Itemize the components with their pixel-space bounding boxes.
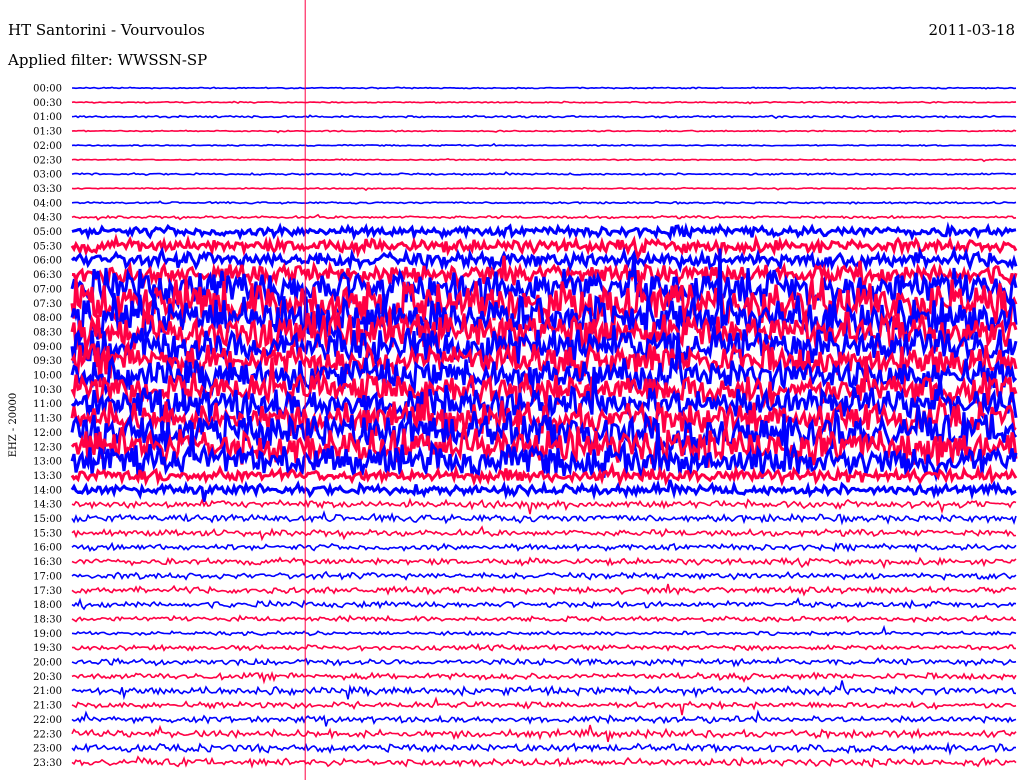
time-label-1030: 10:30 <box>33 385 62 396</box>
trace-2100 <box>71 680 1017 701</box>
time-label-0730: 07:30 <box>33 299 62 310</box>
time-label-0930: 09:30 <box>33 356 62 367</box>
time-label-0300: 03:00 <box>33 170 62 181</box>
trace-1630 <box>71 556 1017 570</box>
trace-1730 <box>71 583 1017 597</box>
trace-0130 <box>71 129 1017 134</box>
trace-1600 <box>71 541 1017 554</box>
trace-0300 <box>71 171 1016 177</box>
time-label-1130: 11:30 <box>33 414 62 425</box>
time-label-1000: 10:00 <box>33 371 62 382</box>
time-label-1530: 15:30 <box>33 528 62 539</box>
time-label-0330: 03:30 <box>33 184 62 195</box>
time-label-0000: 00:00 <box>33 84 62 95</box>
time-label-0630: 06:30 <box>33 270 62 281</box>
trace-1430 <box>71 497 1017 515</box>
channel-axis-label: EHZ - 20000 <box>8 393 19 458</box>
time-label-0830: 08:30 <box>33 327 62 338</box>
trace-0530 <box>70 233 1018 261</box>
trace-0000 <box>71 86 1017 90</box>
helicorder-plot: 00:00 00:30 01:00 01:30 02:00 02:30 03:00 03:30… <box>8 0 1018 780</box>
time-label-1100: 11:00 <box>33 399 62 410</box>
time-label-1200: 12:00 <box>33 428 62 439</box>
time-label-1230: 12:30 <box>33 442 62 453</box>
time-label-0200: 02:00 <box>33 141 62 152</box>
trace-1530 <box>71 525 1017 542</box>
time-label-1830: 18:30 <box>33 614 62 625</box>
time-label-1900: 19:00 <box>33 629 62 640</box>
time-label-0700: 07:00 <box>33 284 62 295</box>
time-label-2000: 20:00 <box>33 658 62 669</box>
time-label-0800: 08:00 <box>33 313 62 324</box>
time-label-0030: 00:30 <box>33 98 62 109</box>
time-label-0230: 02:30 <box>33 155 62 166</box>
trace-0200 <box>71 142 1016 147</box>
trace-0030 <box>71 100 1017 105</box>
trace-0400 <box>71 200 1017 205</box>
time-label-1500: 15:00 <box>33 514 62 525</box>
trace-0100 <box>71 114 1017 120</box>
traces-layer <box>70 86 1018 769</box>
trace-1900 <box>71 624 1017 637</box>
time-label-1300: 13:00 <box>33 457 62 468</box>
trace-0430 <box>71 213 1017 221</box>
time-label-1930: 19:30 <box>33 643 62 654</box>
time-labels-layer: 00:00 00:30 01:00 01:30 02:00 02:30 03:00 03:30… <box>33 84 62 769</box>
time-label-1800: 18:00 <box>33 600 62 611</box>
trace-2130 <box>71 696 1017 716</box>
time-label-1330: 13:30 <box>33 471 62 482</box>
time-label-0530: 05:30 <box>33 241 62 252</box>
time-label-0130: 01:30 <box>33 127 62 138</box>
trace-0330 <box>71 186 1017 192</box>
time-label-0400: 04:00 <box>33 198 62 209</box>
trace-2230 <box>71 724 1017 743</box>
time-label-1700: 17:00 <box>33 571 62 582</box>
time-label-1630: 16:30 <box>33 557 62 568</box>
trace-1830 <box>71 614 1017 624</box>
trace-2300 <box>71 741 1017 756</box>
time-label-2300: 23:00 <box>33 744 62 755</box>
time-label-1430: 14:30 <box>33 500 62 511</box>
trace-1930 <box>71 642 1016 652</box>
trace-2200 <box>71 709 1017 727</box>
time-label-2030: 20:30 <box>33 672 62 683</box>
trace-1400 <box>70 479 1017 503</box>
time-label-2130: 21:30 <box>33 701 62 712</box>
trace-2000 <box>71 656 1017 668</box>
trace-2030 <box>71 670 1017 685</box>
trace-0230 <box>71 158 1017 163</box>
time-label-2230: 22:30 <box>33 729 62 740</box>
time-label-0500: 05:00 <box>33 227 62 238</box>
time-label-0430: 04:30 <box>33 213 62 224</box>
time-label-2330: 23:30 <box>33 758 62 769</box>
time-label-0900: 09:00 <box>33 342 62 353</box>
trace-1700 <box>71 570 1017 581</box>
time-label-1730: 17:30 <box>33 586 62 597</box>
trace-1500 <box>71 510 1017 526</box>
time-label-1400: 14:00 <box>33 485 62 496</box>
trace-1800 <box>71 596 1017 611</box>
trace-2330 <box>71 755 1017 769</box>
time-label-2200: 22:00 <box>33 715 62 726</box>
time-label-2100: 21:00 <box>33 686 62 697</box>
time-label-1600: 16:00 <box>33 543 62 554</box>
time-label-0600: 06:00 <box>33 256 62 267</box>
time-label-0100: 01:00 <box>33 112 62 123</box>
trace-0500 <box>71 221 1017 242</box>
